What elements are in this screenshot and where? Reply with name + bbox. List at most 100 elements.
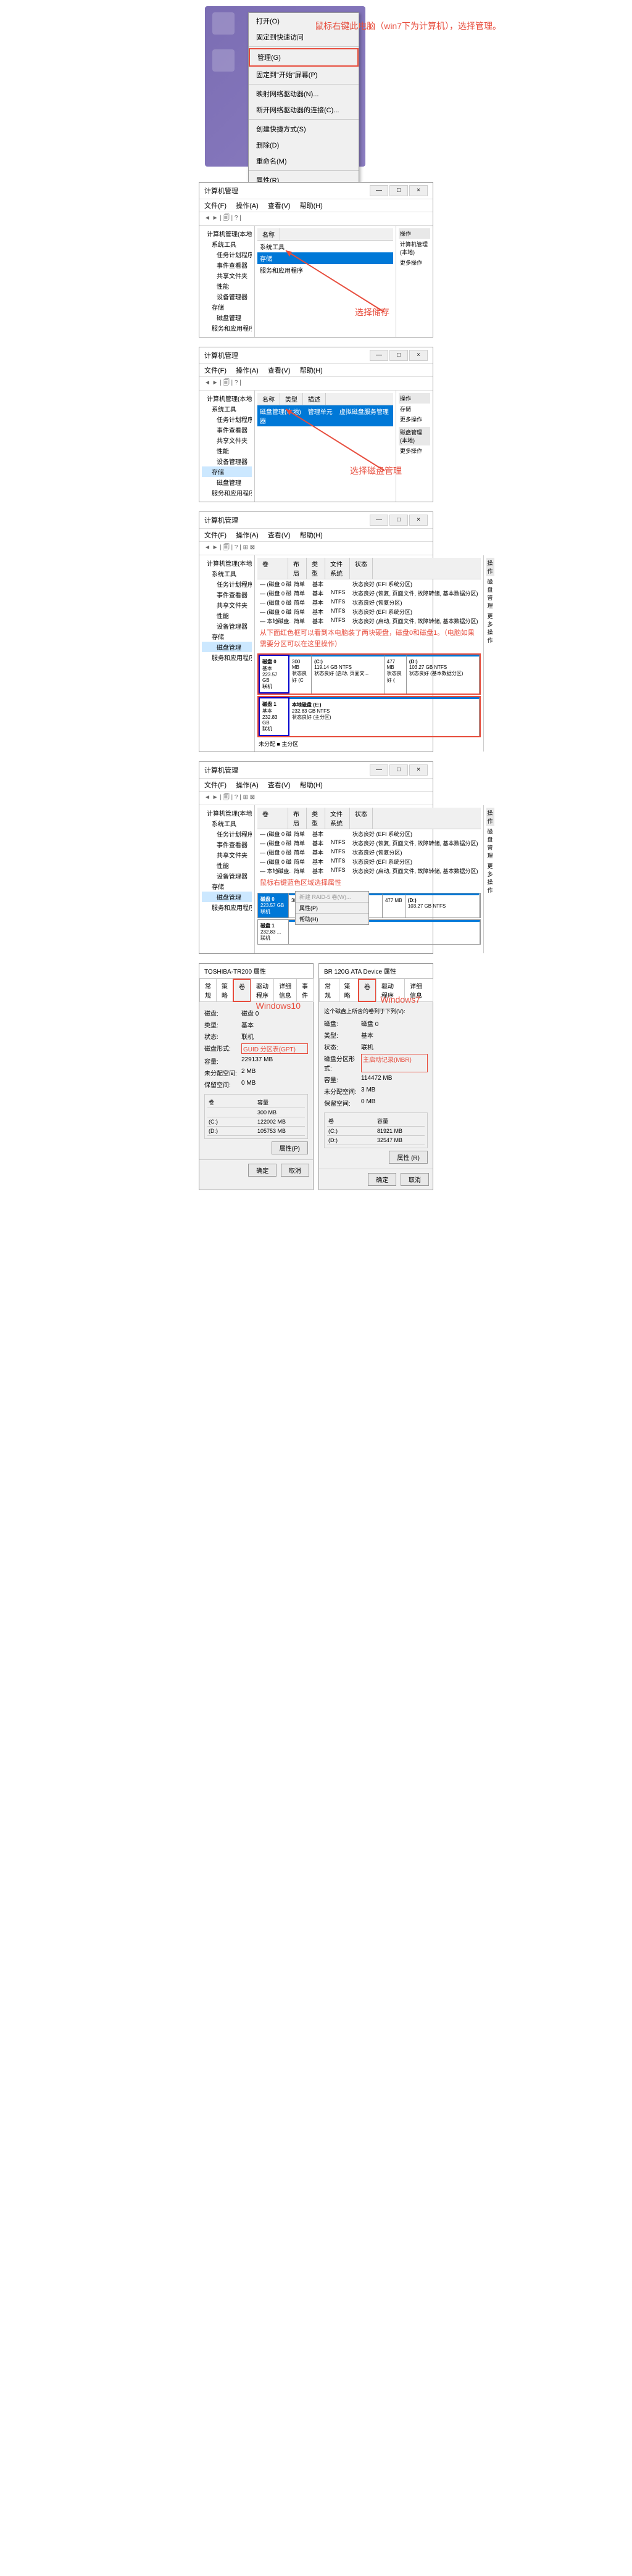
actions-more[interactable]: 更多操作 — [399, 257, 430, 268]
tree-task-scheduler[interactable]: 任务计划程序 — [202, 414, 252, 425]
tree-storage[interactable]: 存储 — [202, 631, 252, 642]
tree-disk-management[interactable]: 磁盘管理 — [202, 477, 252, 487]
properties-button[interactable]: 属性(P) — [272, 1141, 308, 1154]
disk0-partition[interactable]: 477 MB 状态良好 ( — [385, 655, 407, 694]
menu-rename[interactable]: 重命名(M) — [249, 153, 359, 169]
tree-device-manager[interactable]: 设备管理器 — [202, 456, 252, 466]
menu-view[interactable]: 查看(V) — [268, 532, 291, 539]
tree-performance[interactable]: 性能 — [202, 445, 252, 456]
ok-button[interactable]: 确定 — [368, 1173, 396, 1186]
tree-task-scheduler[interactable]: 任务计划程序 — [202, 579, 252, 589]
menu-view[interactable]: 查看(V) — [268, 367, 291, 375]
minimize-button[interactable]: — — [370, 515, 388, 526]
menu-file[interactable]: 文件(F) — [204, 782, 227, 789]
tab-general[interactable]: 常规 — [199, 979, 217, 1002]
tree-system-tools[interactable]: 系统工具 — [202, 404, 252, 414]
tree-shared-folders[interactable]: 共享文件夹 — [202, 435, 252, 445]
menu-pin-start[interactable]: 固定到"开始"屏幕(P) — [249, 67, 359, 83]
tab-details[interactable]: 详细信息 — [273, 979, 297, 1002]
menu-map-drive[interactable]: 映射网络驱动器(N)... — [249, 86, 359, 102]
tree-performance[interactable]: 性能 — [202, 281, 252, 291]
menu-help[interactable]: 帮助(H) — [300, 202, 323, 210]
tab-policy[interactable]: 策略 — [216, 979, 233, 1002]
menu-file[interactable]: 文件(F) — [204, 367, 227, 375]
menu-action[interactable]: 操作(A) — [236, 202, 259, 210]
close-button[interactable]: × — [409, 350, 428, 361]
disk-volume-row[interactable]: — (磁盘 0 磁...)简单基本NTFS状态良好 (恢复, 页面文件, 故障转… — [257, 589, 481, 598]
tree-disk-management[interactable]: 磁盘管理 — [202, 312, 252, 323]
tree-system-tools[interactable]: 系统工具 — [202, 818, 252, 829]
tree-services[interactable]: 服务和应用程序 — [202, 487, 252, 498]
disk-volume-row[interactable]: — 本地磁盘...简单基本NTFS状态良好 (启动, 页面文件, 故障转储, 基… — [257, 866, 481, 876]
actions-more[interactable]: 更多操作 — [399, 414, 430, 425]
tree-system-tools[interactable]: 系统工具 — [202, 568, 252, 579]
tree-root[interactable]: 计算机管理(本地) — [202, 808, 252, 818]
menu-file[interactable]: 文件(F) — [204, 532, 227, 539]
menu-view[interactable]: 查看(V) — [268, 782, 291, 789]
disk0-partition[interactable]: 300 MB 状态良好 (C — [289, 655, 312, 694]
actions-more[interactable]: 更多操作 — [399, 445, 430, 456]
tree-task-scheduler[interactable]: 任务计划程序 — [202, 249, 252, 260]
tab-events[interactable]: 事件 — [296, 979, 314, 1002]
maximize-button[interactable]: □ — [389, 185, 408, 196]
minimize-button[interactable]: — — [370, 764, 388, 776]
tree-system-tools[interactable]: 系统工具 — [202, 239, 252, 249]
maximize-button[interactable]: □ — [389, 764, 408, 776]
tree-shared-folders[interactable]: 共享文件夹 — [202, 850, 252, 860]
tree-root[interactable]: 计算机管理(本地) — [202, 228, 252, 239]
menu-help[interactable]: 帮助(H) — [300, 782, 323, 789]
minimize-button[interactable]: — — [370, 350, 388, 361]
tree-storage[interactable]: 存储 — [202, 881, 252, 892]
disk0-partition-d[interactable]: (D:) 103.27 GB NTFS — [405, 893, 480, 917]
menu-shortcut[interactable]: 创建快捷方式(S) — [249, 121, 359, 137]
cancel-button[interactable]: 取消 — [401, 1173, 429, 1186]
menu-disconnect-drive[interactable]: 断开网络驱动器的连接(C)... — [249, 102, 359, 118]
tab-volume[interactable]: 卷 — [358, 979, 376, 1002]
tree-shared-folders[interactable]: 共享文件夹 — [202, 600, 252, 610]
tab-driver[interactable]: 驱动程序 — [251, 979, 274, 1002]
menu-action[interactable]: 操作(A) — [236, 782, 259, 789]
disk1-partition-e[interactable]: 本地磁盘 (E:) 232.83 GB NTFS 状态良好 (主分区) — [289, 697, 480, 736]
ok-button[interactable]: 确定 — [248, 1164, 276, 1177]
tree-performance[interactable]: 性能 — [202, 860, 252, 871]
actions-item[interactable]: 磁盘管理 — [486, 826, 494, 861]
disk1-label[interactable]: 磁盘 1 基本 232.83 GB 联机 — [259, 697, 289, 736]
disk-volume-row[interactable]: — (磁盘 0 磁...)简单基本NTFS状态良好 (恢复分区) — [257, 598, 481, 607]
tree-device-manager[interactable]: 设备管理器 — [202, 291, 252, 302]
actions-item[interactable]: 计算机管理(本地) — [399, 239, 430, 257]
tree-device-manager[interactable]: 设备管理器 — [202, 621, 252, 631]
menu-action[interactable]: 操作(A) — [236, 367, 259, 375]
tree-disk-management[interactable]: 磁盘管理 — [202, 642, 252, 652]
disk0-partition[interactable]: 477 MB — [383, 893, 405, 917]
close-button[interactable]: × — [409, 185, 428, 196]
tree-task-scheduler[interactable]: 任务计划程序 — [202, 829, 252, 839]
properties-button[interactable]: 属性 (R) — [389, 1151, 428, 1164]
disk-volume-row[interactable]: — (磁盘 0 磁...)简单基本NTFS状态良好 (EFI 系统分区) — [257, 857, 481, 866]
tree-services[interactable]: 服务和应用程序 — [202, 902, 252, 913]
disk0-label-selected[interactable]: 磁盘 0 223.57 GB 联机 — [258, 893, 289, 917]
tree-event-viewer[interactable]: 事件查看器 — [202, 425, 252, 435]
menu-help[interactable]: 帮助(H) — [300, 532, 323, 539]
actions-more[interactable]: 更多操作 — [486, 861, 494, 895]
minimize-button[interactable]: — — [370, 185, 388, 196]
menu-file[interactable]: 文件(F) — [204, 202, 227, 210]
menu-view[interactable]: 查看(V) — [268, 202, 291, 210]
menu-action[interactable]: 操作(A) — [236, 532, 259, 539]
tree-event-viewer[interactable]: 事件查看器 — [202, 839, 252, 850]
cancel-button[interactable]: 取消 — [281, 1164, 309, 1177]
tab-policy[interactable]: 策略 — [339, 979, 359, 1002]
disk-volume-row[interactable]: — (磁盘 0 磁...)简单基本状态良好 (EFI 系统分区) — [257, 579, 481, 589]
menu-help[interactable]: 帮助(H) — [300, 367, 323, 375]
tree-event-viewer[interactable]: 事件查看器 — [202, 260, 252, 270]
disk-volume-row[interactable]: — 本地磁盘...简单基本NTFS状态良好 (启动, 页面文件, 故障转储, 基… — [257, 616, 481, 626]
tree-services[interactable]: 服务和应用程序 — [202, 323, 252, 333]
tree-shared-folders[interactable]: 共享文件夹 — [202, 270, 252, 281]
disk0-label[interactable]: 磁盘 0 基本 223.57 GB 联机 — [259, 655, 289, 694]
disk0-partition-c[interactable]: (C:) 119.14 GB NTFS 状态良好 (启动, 页面文... — [312, 655, 385, 694]
menu-delete[interactable]: 删除(D) — [249, 137, 359, 153]
tab-general[interactable]: 常规 — [319, 979, 339, 1002]
close-button[interactable]: × — [409, 515, 428, 526]
tree-device-manager[interactable]: 设备管理器 — [202, 871, 252, 881]
actions-more[interactable]: 更多操作 — [486, 611, 494, 645]
tree-storage[interactable]: 存储 — [202, 302, 252, 312]
